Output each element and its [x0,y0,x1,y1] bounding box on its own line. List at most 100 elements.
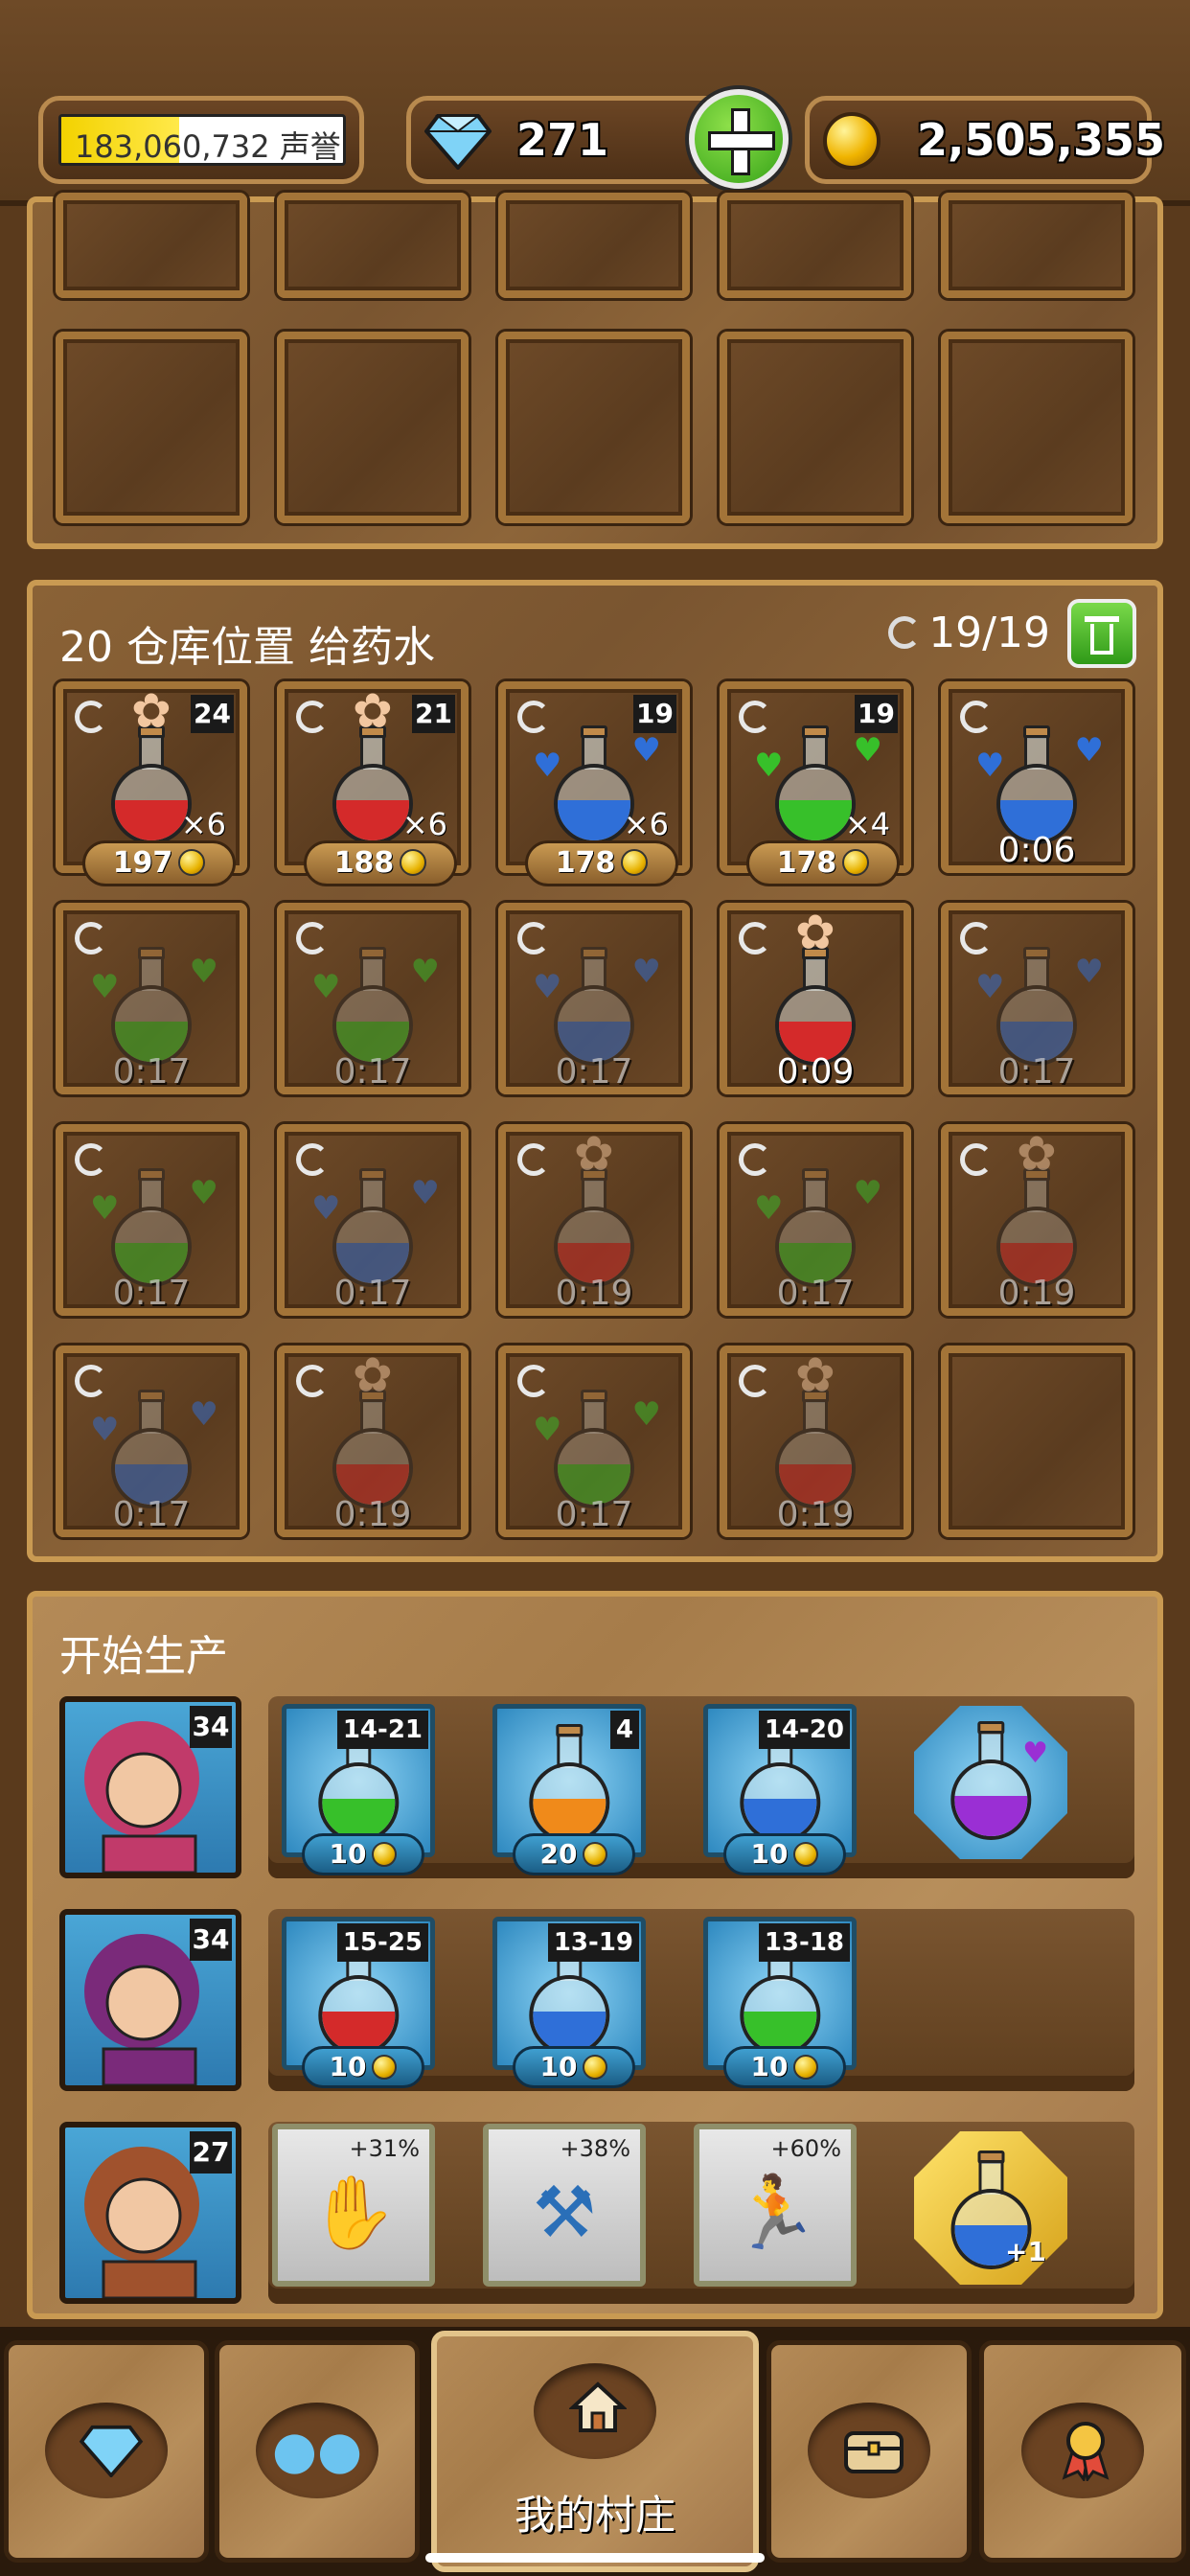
storage-slot[interactable]: ♥ ♥ 19 ×6 178 [498,681,690,886]
storage-slot[interactable]: ✿ 0:19 [720,1346,911,1537]
nav-friends[interactable]: ●● [215,2340,420,2563]
storage-slot[interactable]: ✿ 21 ×6 188 [277,681,469,886]
empty-storage-slot[interactable] [941,1346,1133,1537]
storage-slot[interactable]: ♥ ♥ 0:17 [941,903,1133,1094]
recipe-level-range: 14-20 [758,1711,850,1749]
potion-flask-icon [111,947,192,1066]
brew-timer: 0:17 [555,1495,633,1534]
storage-slot[interactable]: ✿ 24 ×6 197 [56,681,247,886]
storage-slot[interactable]: ♥ ♥ 19 ×4 178 [720,681,911,886]
refresh-icon [888,616,922,649]
potion-flask-icon [528,1724,609,1843]
locked-recipe-button[interactable]: ♥ [914,1706,1067,1859]
recipe-cost: 10 [723,2046,846,2088]
diamond-icon [424,114,492,170]
potion-flask-icon [111,1390,192,1508]
refresh-icon [75,922,107,954]
sell-price-button[interactable]: 178 [746,840,900,886]
potion-flask-icon [950,2150,1031,2269]
recipe-button[interactable]: 13-18 10 [703,1917,857,2088]
storage-slot[interactable]: ♥ ♥ 0:06 [941,681,1133,873]
recipe-cost-value: 10 [750,2051,789,2082]
empty-storage-slot[interactable] [56,193,247,298]
refresh-icon [517,1365,550,1397]
potion-flask-icon [332,725,413,844]
storage-slot[interactable]: ✿ 0:19 [498,1124,690,1316]
storage-slot[interactable]: ♥ ♥ 0:17 [498,1346,690,1537]
boost-hammer-button[interactable]: ⚒ +38% [483,2124,646,2287]
storage-slot[interactable]: ✿ 0:19 [277,1346,469,1537]
worker-portrait[interactable]: 27 [59,2122,241,2304]
boost-hand-coin-button[interactable]: ✋ +31% [272,2124,435,2287]
boost-runner-button[interactable]: 🏃 +60% [694,2124,857,2287]
storage-slot[interactable]: ♥ ♥ 0:17 [56,1346,247,1537]
recipe-button[interactable]: 4 20 [492,1704,646,1875]
refresh-icon [296,1143,329,1176]
sell-price-button[interactable]: 188 [304,840,457,886]
heart-icon: ♥ [853,1174,882,1212]
diamond-icon [79,2425,144,2477]
empty-storage-slot[interactable] [277,193,469,298]
recipe-level-range: 4 [609,1711,639,1749]
recipe-level-range: 15-25 [336,1923,428,1962]
gems-pill[interactable]: 271 [406,89,789,189]
nav-gems-shop[interactable] [4,2340,209,2563]
recipe-cost-value: 10 [329,2051,367,2082]
gold-coin-icon [178,849,206,876]
empty-storage-slot[interactable] [277,332,469,523]
empty-storage-slot[interactable] [56,332,247,523]
potion-flask-icon [775,1390,856,1508]
empty-storage-slot[interactable] [720,193,911,298]
heart-icon: ♥ [631,731,661,770]
home-icon [569,2381,627,2432]
sell-price-button[interactable]: 197 [82,840,236,886]
heart-icon: ♥ [90,968,120,1006]
recipe-cost-value: 10 [329,1838,367,1870]
worker-portrait[interactable]: 34 [59,1909,241,2091]
storage-slot[interactable]: ✿ 0:19 [941,1124,1133,1316]
refresh-icon [517,701,550,733]
nav-achievements[interactable] [979,2340,1186,2563]
gold-coin-icon [583,1842,608,1867]
worker-shelf: 15-25 10 13-19 10 13-18 10 [268,1909,1134,2091]
nav-my-village[interactable]: 我的村庄 [431,2331,759,2572]
production-title: 开始生产 [59,1632,228,1681]
recipe-button[interactable]: 15-25 10 [282,1917,435,2088]
recipe-button[interactable]: 14-21 10 [282,1704,435,1875]
extra-potion-upgrade-button[interactable]: +1 [914,2131,1067,2285]
potion-count: ×6 [180,806,226,842]
storage-slot[interactable]: ♥ ♥ 0:17 [498,903,690,1094]
nav-treasure[interactable] [767,2340,972,2563]
storage-slot[interactable]: ♥ ♥ 0:17 [56,903,247,1094]
gold-coin-icon [793,1842,819,1867]
worker-portrait[interactable]: 34 [59,1696,241,1878]
gold-coin-icon [842,849,870,876]
empty-storage-slot[interactable] [498,193,690,298]
potion-flask-icon [775,947,856,1066]
buy-gems-button[interactable] [689,89,789,189]
refresh-icon [739,1365,771,1397]
sell-price-button[interactable]: 178 [525,840,678,886]
potion-flask-icon [332,1168,413,1287]
gold-pill[interactable]: 2,505,355 [805,96,1165,184]
potion-flask-icon [996,725,1077,844]
potion-flask-icon [332,947,413,1066]
empty-storage-slot[interactable] [941,332,1133,523]
storage-panel: 20 仓库位置 给药水 19/19 ✿ 24 ×6 197 ✿ 21 ×6 188 ♥ ♥ 19 ×6… [27,580,1163,1562]
storage-slot[interactable]: ♥ ♥ 0:17 [277,1124,469,1316]
recipe-button[interactable]: 14-20 10 [703,1704,857,1875]
boost-percentage: +60% [770,2135,841,2162]
recipe-button[interactable]: 13-19 10 [492,1917,646,2088]
reputation-pill[interactable]: 183,060,732 声誉 [38,96,364,184]
empty-storage-slot[interactable] [720,332,911,523]
storage-slot[interactable]: ♥ ♥ 0:17 [720,1124,911,1316]
storage-slot[interactable]: ✿ 0:09 [720,903,911,1094]
storage-slot[interactable]: ♥ ♥ 0:17 [277,903,469,1094]
trash-button[interactable] [1067,599,1136,668]
empty-storage-slot[interactable] [498,332,690,523]
heart-icon: ♥ [975,968,1005,1006]
storage-slot[interactable]: ♥ ♥ 0:17 [56,1124,247,1316]
brew-timer: 0:17 [555,1052,633,1092]
empty-storage-slot[interactable] [941,193,1133,298]
flower-icon: ✿ [131,683,172,739]
